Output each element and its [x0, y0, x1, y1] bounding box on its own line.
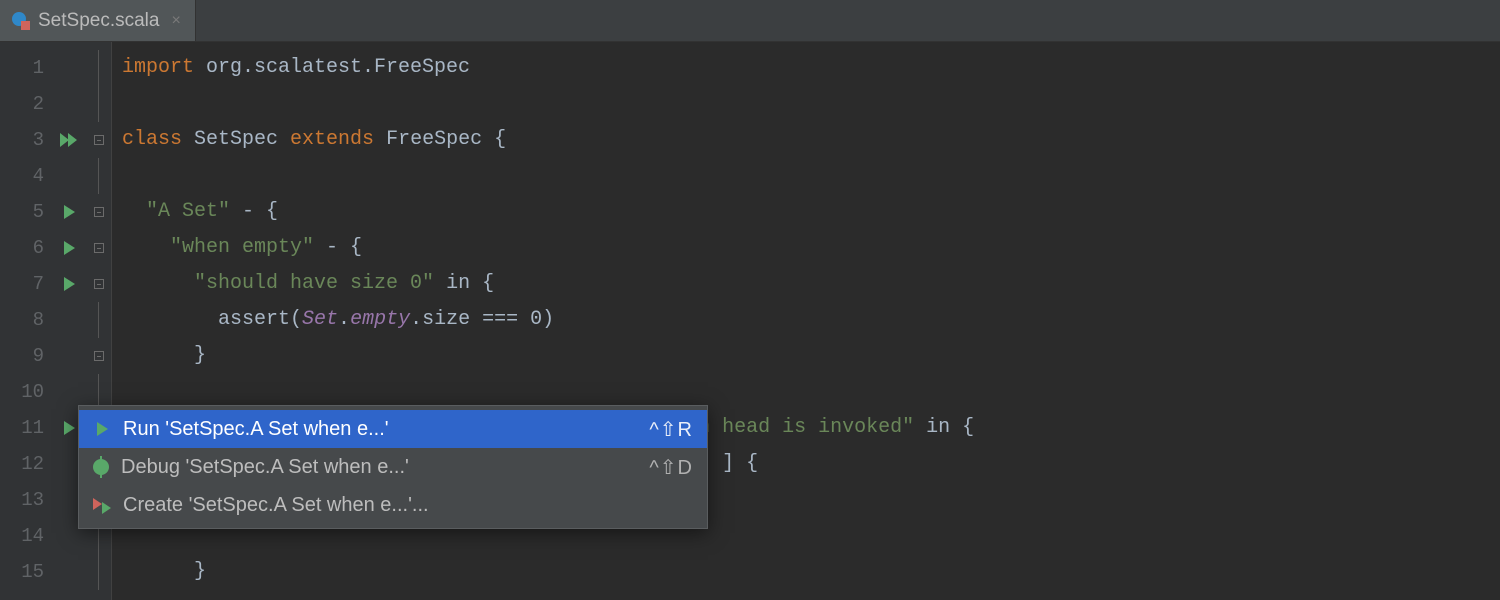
fold-guide	[86, 554, 111, 590]
line-number: 12	[0, 446, 52, 482]
code-line[interactable]: import org.scalatest.FreeSpec	[112, 50, 1500, 86]
line-number: 1	[0, 50, 52, 86]
run-all-tests-icon[interactable]	[52, 122, 86, 158]
code-line[interactable]: }	[112, 338, 1500, 374]
context-menu-item-create[interactable]: Create 'SetSpec.A Set when e...'...	[79, 486, 707, 524]
gutter-empty	[52, 302, 86, 338]
code-line[interactable]: assert(Set.empty.size === 0)	[112, 302, 1500, 338]
create-icon	[93, 496, 111, 514]
code-line[interactable]	[112, 86, 1500, 122]
context-menu-label: Debug 'SetSpec.A Set when e...'	[121, 456, 637, 479]
line-number: 11	[0, 410, 52, 446]
fold-toggle-icon[interactable]	[86, 338, 111, 374]
line-number: 13	[0, 482, 52, 518]
line-number: 6	[0, 230, 52, 266]
code-line[interactable]: "should have size 0" in {	[112, 266, 1500, 302]
keyboard-shortcut: ^⇧R	[649, 417, 693, 442]
line-number: 8	[0, 302, 52, 338]
code-line[interactable]: "when empty" - {	[112, 230, 1500, 266]
line-number: 7	[0, 266, 52, 302]
line-number: 15	[0, 554, 52, 590]
context-menu-label: Create 'SetSpec.A Set when e...'...	[123, 494, 693, 517]
tab-bar: SetSpec.scala ×	[0, 0, 1500, 42]
line-number: 9	[0, 338, 52, 374]
fold-toggle-icon[interactable]	[86, 230, 111, 266]
gutter-empty	[52, 158, 86, 194]
code-line[interactable]: class SetSpec extends FreeSpec {	[112, 122, 1500, 158]
code-line[interactable]: "A Set" - {	[112, 194, 1500, 230]
line-number: 10	[0, 374, 52, 410]
fold-guide	[86, 158, 111, 194]
fold-guide	[86, 302, 111, 338]
line-number: 14	[0, 518, 52, 554]
close-icon[interactable]: ×	[171, 12, 180, 30]
run-test-icon[interactable]	[52, 230, 86, 266]
debug-icon	[93, 459, 109, 475]
code-line[interactable]: }	[112, 554, 1500, 590]
editor-tab[interactable]: SetSpec.scala ×	[0, 0, 196, 41]
gutter-empty	[52, 86, 86, 122]
gutter-empty	[52, 554, 86, 590]
gutter-empty	[52, 338, 86, 374]
fold-toggle-icon[interactable]	[86, 122, 111, 158]
context-menu-item-run[interactable]: Run 'SetSpec.A Set when e...' ^⇧R	[79, 410, 707, 448]
context-menu: Run 'SetSpec.A Set when e...' ^⇧R Debug 'S…	[78, 405, 708, 529]
code-line[interactable]	[112, 158, 1500, 194]
run-test-icon[interactable]	[52, 266, 86, 302]
line-number: 3	[0, 122, 52, 158]
keyboard-shortcut: ^⇧D	[649, 455, 693, 480]
fold-toggle-icon[interactable]	[86, 194, 111, 230]
line-number: 4	[0, 158, 52, 194]
context-menu-item-debug[interactable]: Debug 'SetSpec.A Set when e...' ^⇧D	[79, 448, 707, 486]
fold-toggle-icon[interactable]	[86, 266, 111, 302]
line-number: 2	[0, 86, 52, 122]
fold-guide	[86, 50, 111, 86]
gutter-empty	[52, 50, 86, 86]
run-test-icon[interactable]	[52, 194, 86, 230]
line-number: 5	[0, 194, 52, 230]
context-menu-label: Run 'SetSpec.A Set when e...'	[123, 418, 637, 441]
run-icon	[93, 420, 111, 438]
fold-guide	[86, 86, 111, 122]
tab-filename: SetSpec.scala	[38, 10, 159, 32]
scala-file-icon	[12, 12, 30, 30]
line-number-gutter: 123456789101112131415	[0, 42, 52, 600]
